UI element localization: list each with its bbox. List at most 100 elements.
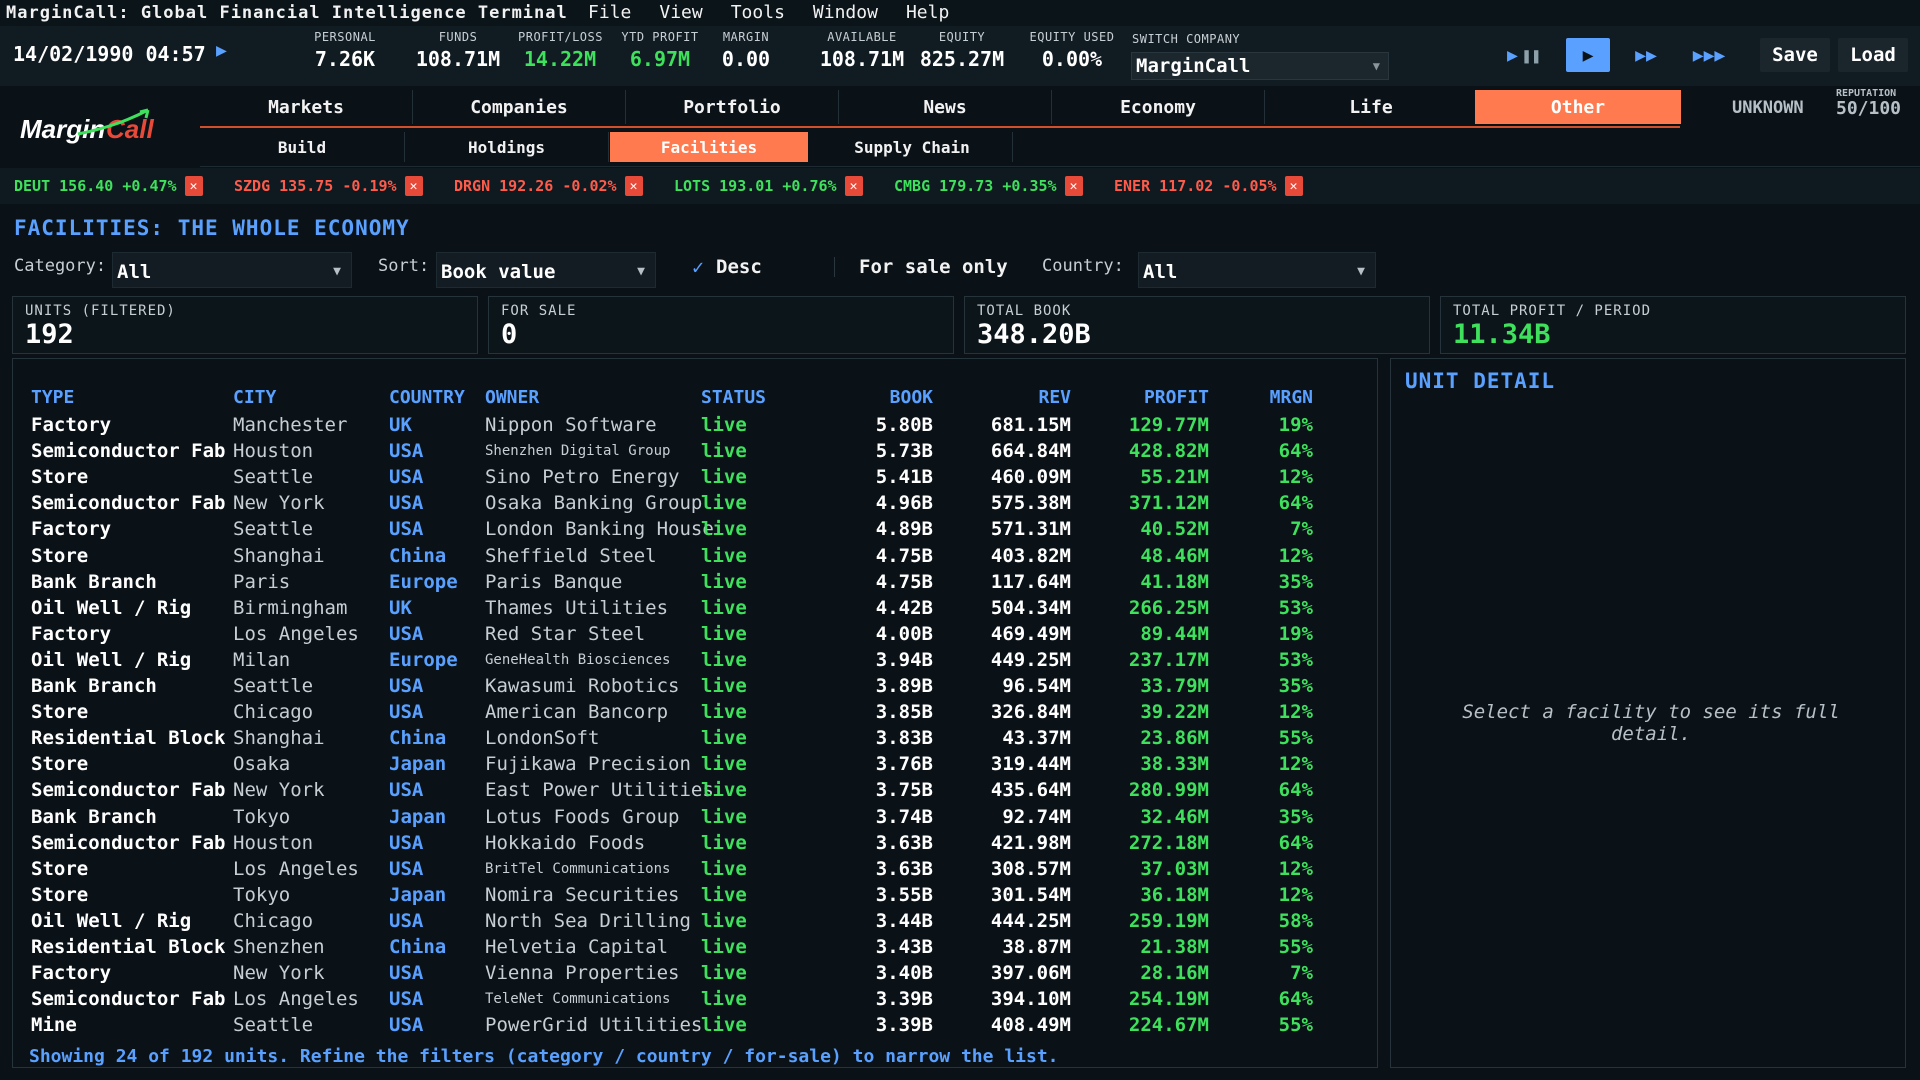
subtab-supply-chain[interactable]: Supply Chain: [812, 132, 1013, 162]
cell-book: 3.83B: [875, 727, 933, 750]
cell-rev: 504.34M: [990, 596, 1071, 619]
cell-country: USA: [389, 492, 424, 515]
cell-rev: 408.49M: [990, 1014, 1071, 1037]
ticker-text[interactable]: ENER 117.02 -0.05%: [1114, 177, 1277, 195]
clock-play-icon[interactable]: ▶: [216, 40, 227, 61]
tab-economy[interactable]: Economy: [1052, 90, 1265, 124]
table-row[interactable]: Factory Seattle USA London Banking House liv…: [13, 518, 1377, 544]
play-icon: ▶: [1582, 44, 1594, 66]
cell-profit: 36.18M: [1140, 883, 1209, 906]
cell-rev: 575.38M: [990, 492, 1071, 515]
close-icon[interactable]: ✕: [1064, 176, 1083, 196]
column-header-country[interactable]: COUNTRY: [389, 387, 465, 408]
tab-companies[interactable]: Companies: [413, 90, 626, 124]
table-row[interactable]: Semiconductor Fab Houston USA Hokkaido Food…: [13, 832, 1377, 858]
subtab-facilities[interactable]: Facilities: [610, 132, 808, 162]
cell-country: USA: [389, 701, 424, 724]
table-row[interactable]: Bank Branch Tokyo Japan Lotus Foods Group li…: [13, 806, 1377, 832]
cell-country: USA: [389, 988, 424, 1011]
column-header-mrgn[interactable]: MRGN: [1270, 387, 1313, 408]
column-header-owner[interactable]: OWNER: [485, 387, 539, 408]
speed-1-button[interactable]: ▶: [1566, 38, 1610, 72]
category-label: Category:: [14, 256, 107, 276]
switch-company-select[interactable]: MarginCall ▼: [1131, 52, 1389, 80]
column-header-rev[interactable]: REV: [1038, 387, 1071, 408]
subtab-build[interactable]: Build: [200, 132, 405, 162]
table-row[interactable]: Store Shanghai China Sheffield Steel live 4.7…: [13, 545, 1377, 571]
table-row[interactable]: Store Osaka Japan Fujikawa Precision live 3.7…: [13, 753, 1377, 779]
column-header-status[interactable]: STATUS: [701, 387, 766, 408]
tab-portfolio[interactable]: Portfolio: [626, 90, 839, 124]
country-select[interactable]: All ▼: [1138, 252, 1376, 288]
close-icon[interactable]: ✕: [844, 176, 863, 196]
table-row[interactable]: Bank Branch Paris Europe Paris Banque live 4.…: [13, 571, 1377, 597]
sort-select[interactable]: Book value ▼: [436, 252, 656, 288]
tab-markets[interactable]: Markets: [200, 90, 413, 124]
card-value: 348.20B: [977, 319, 1091, 350]
subtab-holdings[interactable]: Holdings: [405, 132, 609, 162]
pause-speed-button[interactable]: ▶ ❚❚: [1494, 38, 1554, 72]
menu-help[interactable]: Help: [906, 2, 949, 23]
cell-status: live: [701, 414, 747, 436]
stat-label: AVAILABLE: [827, 30, 897, 44]
tab-life[interactable]: Life: [1265, 90, 1478, 124]
table-row[interactable]: Oil Well / Rig Birmingham UK Thames Utiliti…: [13, 597, 1377, 623]
speed-3-button[interactable]: ▶▶▶: [1680, 38, 1738, 72]
ticker-text[interactable]: DEUT 156.40 +0.47%: [14, 177, 177, 195]
column-header-city[interactable]: CITY: [233, 387, 276, 408]
chevron-down-icon: ▼: [1357, 264, 1365, 279]
table-row[interactable]: Factory Los Angeles USA Red Star Steel live 4…: [13, 623, 1377, 649]
table-row[interactable]: Semiconductor Fab New York USA Osaka Bankin…: [13, 492, 1377, 518]
speed-2-button[interactable]: ▶▶: [1620, 38, 1672, 72]
desc-checkbox[interactable]: ✓ Desc: [692, 256, 762, 278]
menu-view[interactable]: View: [659, 2, 702, 23]
table-row[interactable]: Oil Well / Rig Chicago USA North Sea Drilli…: [13, 910, 1377, 936]
table-row[interactable]: Store Chicago USA American Bancorp live 3.85B…: [13, 701, 1377, 727]
table-row[interactable]: Semiconductor Fab Los Angeles USA TeleNet C…: [13, 988, 1377, 1014]
close-icon[interactable]: ✕: [404, 176, 423, 196]
ticker-text[interactable]: SZDG 135.75 -0.19%: [234, 177, 397, 195]
tab-news[interactable]: News: [839, 90, 1052, 124]
main-tab-bar: Markets Companies Portfolio News Economy…: [200, 88, 1681, 128]
tab-other[interactable]: Other: [1475, 90, 1681, 124]
table-row[interactable]: Semiconductor Fab Houston USA Shenzhen Digi…: [13, 440, 1377, 466]
ticker-text[interactable]: DRGN 192.26 -0.02%: [454, 177, 617, 195]
menu-window[interactable]: Window: [813, 2, 878, 23]
load-button[interactable]: Load: [1838, 38, 1908, 72]
table-row[interactable]: Bank Branch Seattle USA Kawasumi Robotics li…: [13, 675, 1377, 701]
cell-type: Semiconductor Fab: [31, 779, 226, 802]
units-card: UNITS (FILTERED) 192: [12, 296, 478, 354]
menu-file[interactable]: File: [588, 2, 631, 23]
cell-mrgn: 55%: [1278, 1014, 1313, 1037]
status-bar: 14/02/1990 04:57 ▶ PERSONAL 7.26K FUNDS …: [0, 26, 1920, 86]
column-header-type[interactable]: TYPE: [31, 387, 74, 408]
table-row[interactable]: Store Seattle USA Sino Petro Energy live 5.41…: [13, 466, 1377, 492]
close-icon[interactable]: ✕: [184, 176, 203, 196]
ticker-text[interactable]: LOTS 193.01 +0.76%: [674, 177, 837, 195]
table-row[interactable]: Residential Block Shenzhen China Helvetia C…: [13, 936, 1377, 962]
ticker-text[interactable]: CMBG 179.73 +0.35%: [894, 177, 1057, 195]
column-header-profit[interactable]: PROFIT: [1144, 387, 1209, 408]
cell-book: 3.75B: [875, 779, 933, 802]
table-row[interactable]: Mine Seattle USA PowerGrid Utilities live 3.3…: [13, 1014, 1377, 1040]
category-select[interactable]: All ▼: [112, 252, 352, 288]
cell-type: Oil Well / Rig: [31, 909, 192, 932]
player-status: UNKNOWN: [1732, 98, 1804, 118]
card-label: TOTAL BOOK: [977, 303, 1072, 319]
table-row[interactable]: Factory Manchester UK Nippon Software live 5.…: [13, 414, 1377, 440]
table-row[interactable]: Semiconductor Fab New York USA East Power U…: [13, 779, 1377, 805]
cell-mrgn: 55%: [1278, 727, 1313, 750]
table-row[interactable]: Residential Block Shanghai China LondonSoft…: [13, 727, 1377, 753]
for-sale-checkbox[interactable]: For sale only: [834, 256, 1008, 278]
close-icon[interactable]: ✕: [624, 176, 643, 196]
close-icon[interactable]: ✕: [1284, 176, 1303, 196]
table-row[interactable]: Store Tokyo Japan Nomira Securities live 3.55…: [13, 884, 1377, 910]
menu-tools[interactable]: Tools: [731, 2, 785, 23]
table-row[interactable]: Factory New York USA Vienna Properties live 3…: [13, 962, 1377, 988]
save-button[interactable]: Save: [1760, 38, 1830, 72]
column-header-book[interactable]: BOOK: [890, 387, 933, 408]
ticker-item: CMBG 179.73 +0.35% ✕: [894, 176, 1083, 196]
table-row[interactable]: Oil Well / Rig Milan Europe GeneHealth Bios…: [13, 649, 1377, 675]
cell-country: USA: [389, 675, 424, 697]
table-row[interactable]: Store Los Angeles USA BritTel Communication…: [13, 858, 1377, 884]
